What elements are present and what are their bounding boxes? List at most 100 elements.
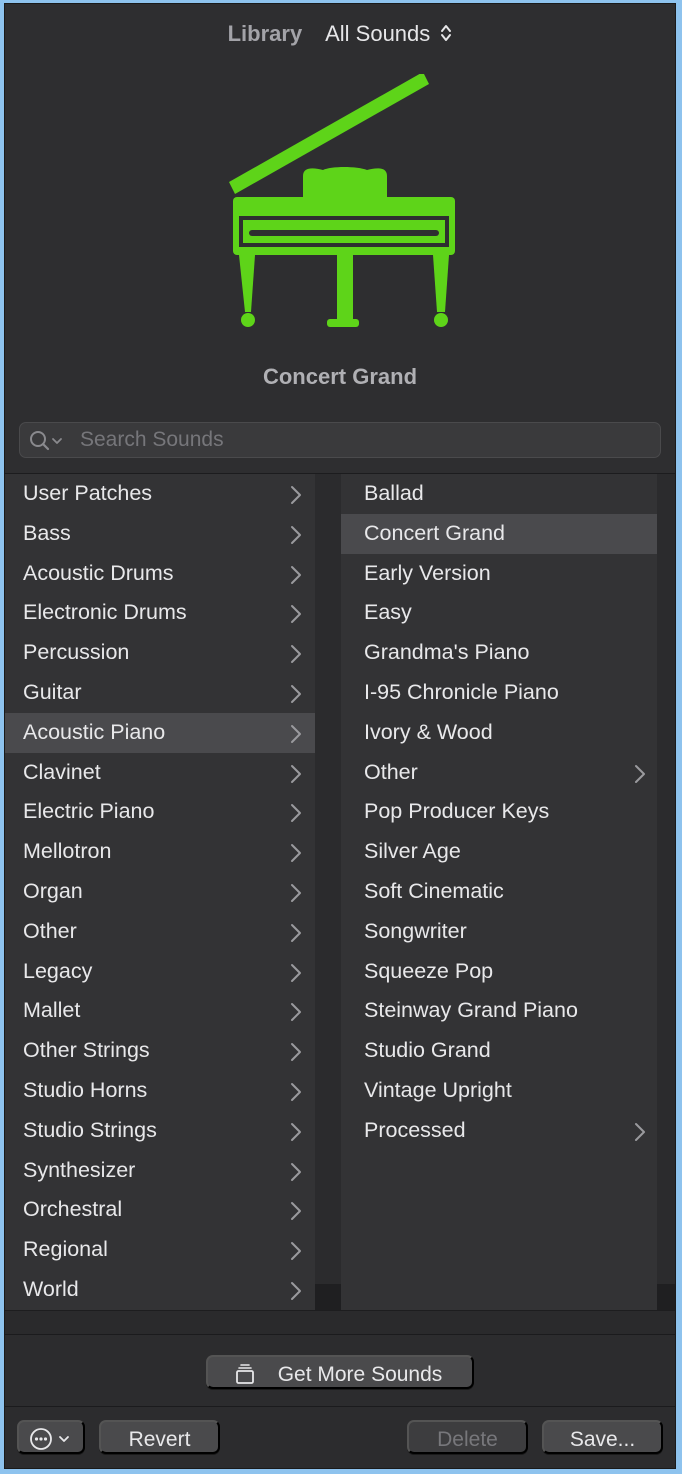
chevron-right-icon xyxy=(291,525,301,544)
category-item[interactable]: Bass xyxy=(5,514,315,554)
patch-item[interactable]: Grandma's Piano xyxy=(341,633,657,673)
chevron-right-icon xyxy=(291,605,301,624)
patch-item[interactable]: Vintage Upright xyxy=(341,1071,657,1111)
category-item-label: Electronic Drums xyxy=(23,600,187,625)
category-item-label: Acoustic Piano xyxy=(23,719,166,744)
patch-item-label: Other xyxy=(364,759,418,784)
ellipsis-circle-icon xyxy=(30,1428,69,1450)
category-item[interactable]: Electronic Drums xyxy=(5,593,315,633)
category-item-label: Orchestral xyxy=(23,1197,123,1222)
delete-button[interactable]: Delete xyxy=(407,1420,528,1454)
patch-scroll-gutter xyxy=(657,474,675,1310)
patch-item[interactable]: Processed xyxy=(341,1111,657,1151)
footer-separator xyxy=(5,1310,675,1334)
chevron-right-icon xyxy=(291,804,301,823)
patch-item-label: Silver Age xyxy=(364,839,461,864)
patch-item[interactable]: Squeeze Pop xyxy=(341,952,657,992)
chevron-right-icon xyxy=(291,724,301,743)
chevron-right-icon xyxy=(291,1162,301,1181)
patch-item-label: Squeeze Pop xyxy=(364,958,494,983)
category-item[interactable]: Other Strings xyxy=(5,1031,315,1071)
category-item[interactable]: Percussion xyxy=(5,633,315,673)
patch-item[interactable]: Soft Cinematic xyxy=(341,872,657,912)
category-item[interactable]: Mallet xyxy=(5,991,315,1031)
chevron-right-icon xyxy=(291,1122,301,1141)
get-more-sounds-button[interactable]: Get More Sounds xyxy=(206,1355,474,1389)
patch-item[interactable]: Studio Grand xyxy=(341,1031,657,1071)
library-panel: Library All Sounds Concert Grand Search … xyxy=(4,3,676,1469)
category-item[interactable]: Electric Piano xyxy=(5,792,315,832)
category-item-label: Organ xyxy=(23,878,83,903)
patch-item-label: Pop Producer Keys xyxy=(364,799,550,824)
category-item[interactable]: Regional xyxy=(5,1230,315,1270)
patch-item[interactable]: Other xyxy=(341,753,657,793)
category-item[interactable]: World xyxy=(5,1270,315,1310)
patch-item[interactable]: Songwriter xyxy=(341,912,657,952)
category-item[interactable]: Organ xyxy=(5,872,315,912)
category-item[interactable]: Acoustic Drums xyxy=(5,554,315,594)
category-item[interactable]: Studio Strings xyxy=(5,1111,315,1151)
category-item[interactable]: Acoustic Piano xyxy=(5,712,315,753)
patch-item-label: Ballad xyxy=(364,481,424,505)
category-item-label: Guitar xyxy=(23,679,82,704)
chevron-right-icon xyxy=(291,645,301,664)
chevron-right-icon xyxy=(635,764,645,783)
search-field[interactable] xyxy=(19,422,661,458)
current-patch-name: Concert Grand xyxy=(262,364,418,389)
sound-pack-icon xyxy=(236,1364,254,1384)
patch-item[interactable]: Ivory & Wood xyxy=(341,713,657,753)
category-item-label: Other xyxy=(23,918,77,943)
chevron-right-icon xyxy=(291,486,301,504)
category-column: User Patches Bass Acoustic Drums Electronic… xyxy=(5,474,315,1310)
category-item[interactable]: Studio Horns xyxy=(5,1071,315,1111)
category-item[interactable]: Guitar xyxy=(5,673,315,713)
search-icon[interactable] xyxy=(28,430,72,452)
patch-item-label: Studio Grand xyxy=(364,1038,491,1063)
patch-item-label: Ivory & Wood xyxy=(364,719,493,744)
chevron-right-icon xyxy=(291,1082,301,1101)
category-item-label: Studio Horns xyxy=(23,1077,148,1102)
revert-button[interactable]: Revert xyxy=(99,1420,220,1454)
patch-item[interactable]: Early Version xyxy=(341,554,657,594)
chevron-right-icon xyxy=(291,1043,301,1062)
chevron-right-icon xyxy=(291,883,301,902)
category-item-label: Clavinet xyxy=(23,759,101,784)
patch-item[interactable]: Silver Age xyxy=(341,832,657,872)
patch-item[interactable]: Concert Grand xyxy=(341,513,657,554)
category-item-label: World xyxy=(23,1276,79,1301)
category-item[interactable]: Synthesizer xyxy=(5,1151,315,1191)
search-input[interactable] xyxy=(80,423,640,457)
more-actions-button[interactable] xyxy=(17,1420,85,1454)
category-item-label: Studio Strings xyxy=(23,1117,157,1142)
library-popup-value: All Sounds xyxy=(325,21,431,46)
patch-item-label: Early Version xyxy=(364,560,491,585)
patch-item-label: Songwriter xyxy=(364,918,467,943)
category-item-label: Acoustic Drums xyxy=(23,560,174,585)
patch-item-label: Concert Grand xyxy=(364,520,506,545)
patch-item[interactable]: Ballad xyxy=(341,474,657,514)
category-item[interactable]: Legacy xyxy=(5,952,315,992)
patch-item[interactable]: Pop Producer Keys xyxy=(341,792,657,832)
patch-item[interactable]: I-95 Chronicle Piano xyxy=(341,673,657,713)
patch-gutter-cap xyxy=(657,1284,675,1310)
category-item[interactable]: Mellotron xyxy=(5,832,315,872)
category-item-label: Mellotron xyxy=(23,839,112,864)
patch-item[interactable]: Easy xyxy=(341,593,657,633)
patch-item-label: I-95 Chronicle Piano xyxy=(364,679,559,704)
patch-item[interactable]: Steinway Grand Piano xyxy=(341,991,657,1031)
patch-item-label: Soft Cinematic xyxy=(364,878,504,903)
patch-item-label: Vintage Upright xyxy=(364,1077,512,1102)
chevron-right-icon xyxy=(291,963,301,982)
library-footer: Get More Sounds Revert Delete Save... xyxy=(5,1335,675,1468)
category-item-label: Mallet xyxy=(23,998,81,1023)
get-more-sounds-label: Get More Sounds xyxy=(277,1363,443,1386)
chevron-right-icon xyxy=(291,1202,301,1221)
library-popup[interactable]: All Sounds xyxy=(325,21,452,46)
chevron-right-icon xyxy=(291,764,301,783)
category-item[interactable]: Clavinet xyxy=(5,753,315,793)
category-item[interactable]: Orchestral xyxy=(5,1190,315,1230)
chevron-right-icon xyxy=(291,1003,301,1022)
category-item[interactable]: Other xyxy=(5,912,315,952)
category-item[interactable]: User Patches xyxy=(5,474,315,514)
save-button[interactable]: Save... xyxy=(542,1420,663,1454)
